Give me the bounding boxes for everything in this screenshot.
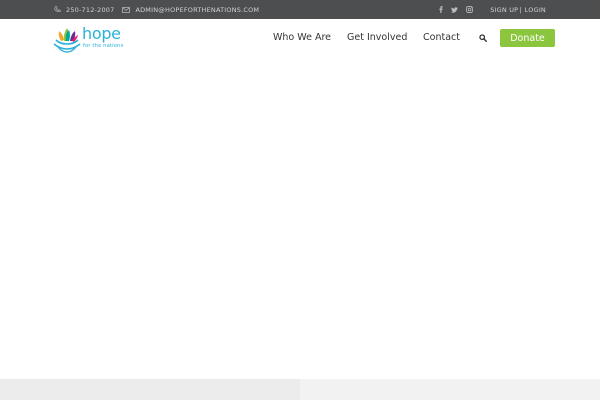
phone-contact[interactable]: 250-712-2007 (54, 6, 114, 14)
mail-icon (122, 6, 131, 13)
login-link[interactable]: LOGIN (525, 6, 546, 14)
instagram-icon[interactable] (466, 6, 474, 13)
facebook-icon[interactable] (439, 6, 443, 13)
footer-band-right (300, 379, 600, 400)
nav-who-we-are[interactable]: Who We Are (273, 32, 331, 43)
auth-links: SIGN UP | LOGIN (490, 6, 546, 14)
site-header: hope for the nations Who We Are Get Invo… (0, 19, 600, 59)
nav-contact[interactable]: Contact (423, 32, 460, 43)
footer-band-left (0, 379, 300, 400)
site-logo[interactable]: hope for the nations (53, 24, 131, 55)
lotus-logo-icon (53, 28, 81, 53)
search-icon[interactable] (479, 34, 487, 42)
phone-number: 250-712-2007 (66, 5, 115, 14)
sign-up-link[interactable]: SIGN UP (490, 6, 518, 14)
phone-icon (54, 6, 61, 13)
email-address: ADMIN@HOPEFORTHENATIONS.COM (135, 5, 260, 14)
contact-info: 250-712-2007 ADMIN@HOPEFORTHENATIONS.COM (54, 0, 267, 19)
twitter-icon[interactable] (451, 6, 459, 13)
topbar-right: SIGN UP | LOGIN (435, 0, 546, 19)
auth-separator: | (519, 5, 522, 14)
logo-wordmark: hope (82, 24, 121, 43)
nav-get-involved[interactable]: Get Involved (347, 32, 407, 43)
social-links (435, 6, 477, 13)
logo-tagline: for the nations (83, 43, 124, 49)
donate-button[interactable]: Donate (500, 29, 555, 47)
top-bar: 250-712-2007 ADMIN@HOPEFORTHENATIONS.COM… (0, 0, 600, 19)
email-contact[interactable]: ADMIN@HOPEFORTHENATIONS.COM (122, 6, 259, 14)
